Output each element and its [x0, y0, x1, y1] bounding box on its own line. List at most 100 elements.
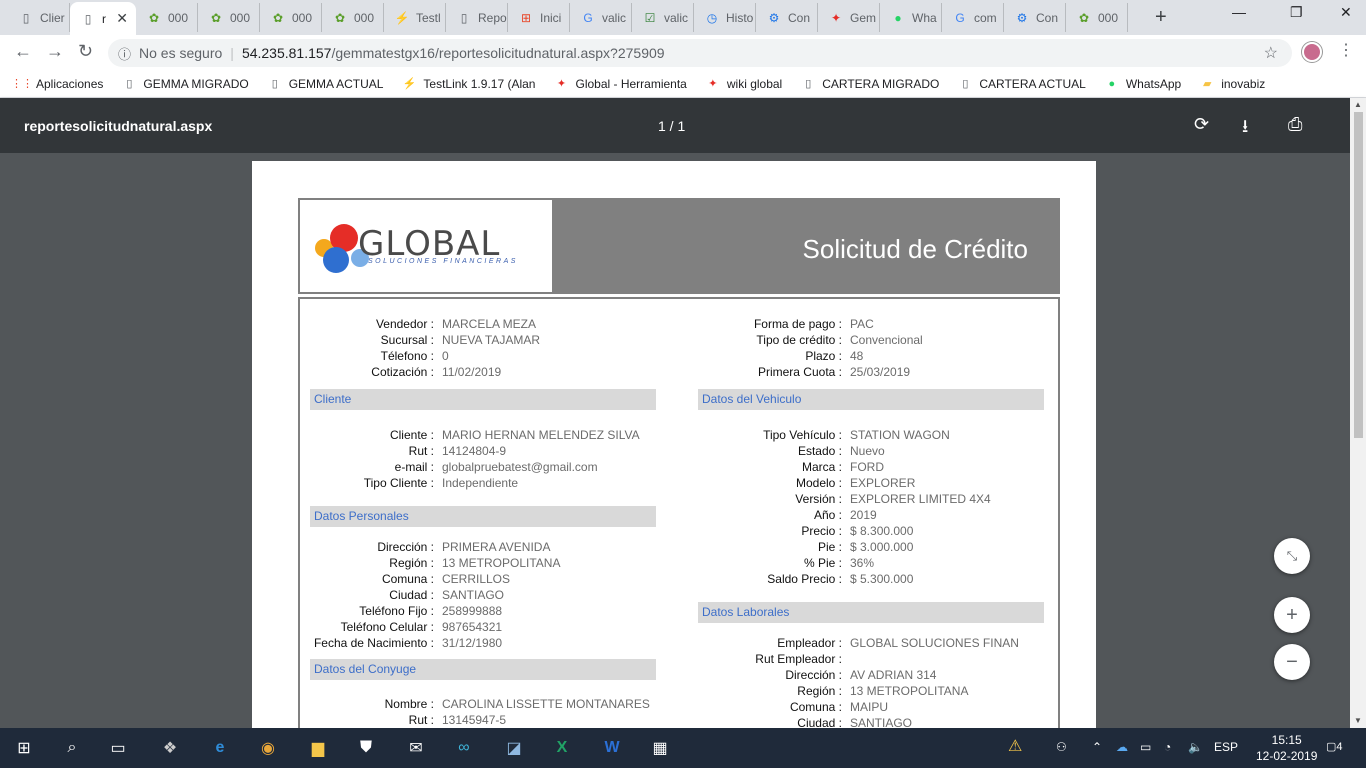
field-value: MAIPU — [850, 700, 889, 714]
bookmark-item[interactable]: ⚡ TestLink 1.9.17 (Alan — [401, 76, 536, 92]
field-value: SANTIAGO — [850, 716, 913, 728]
browser-tab[interactable]: ✿ 000 — [198, 3, 260, 32]
browser-tab[interactable]: ▯ Clier — [8, 3, 70, 32]
browser-tab[interactable]: ✿ 000 — [260, 3, 322, 32]
browser-tab[interactable]: ⊞ Inici — [508, 3, 570, 32]
people-icon[interactable]: ⚇ — [1056, 740, 1067, 754]
wifi-icon[interactable]: ◔ — [1164, 740, 1171, 754]
bookmark-label: GEMMA ACTUAL — [288, 76, 384, 91]
menu-icon[interactable]: ⋮ — [1338, 40, 1354, 60]
fit-page-button[interactable]: ⤡ — [1274, 538, 1310, 574]
viewer-scrollbar[interactable]: ▲ ▼ — [1350, 98, 1366, 728]
scrollbar-thumb[interactable] — [1354, 112, 1363, 438]
clock-time: 15:15 — [1271, 733, 1302, 747]
field-value: Convencional — [850, 333, 923, 347]
zoom-out-button[interactable]: − — [1274, 644, 1310, 680]
close-window-icon[interactable]: ✕ — [1340, 4, 1352, 21]
field-value: STATION WAGON — [850, 428, 950, 442]
bookmark-item[interactable]: ● WhatsApp — [1104, 76, 1182, 92]
browser-tab[interactable]: ✿ 000 — [322, 3, 384, 32]
update-warning-icon[interactable]: ⚠ — [1008, 736, 1022, 756]
download-icon[interactable]: ⭳ — [1242, 114, 1248, 144]
browser-tab[interactable]: ● Wha — [880, 3, 942, 32]
browser-tab[interactable]: ▯ r ✕ — [70, 2, 136, 35]
browser-tab[interactable]: ⚙ Con — [756, 3, 818, 32]
field-value: AV ADRIAN 314 — [850, 668, 937, 682]
global-icon: ✦ — [830, 10, 842, 25]
edge-icon[interactable]: e — [208, 736, 232, 760]
bookmark-label: TestLink 1.9.17 (Alan — [423, 76, 536, 91]
browser-tab[interactable]: ✦ Gem — [818, 3, 880, 32]
language-indicator[interactable]: ESP — [1214, 740, 1238, 754]
profile-avatar[interactable] — [1302, 42, 1322, 62]
store-icon[interactable]: ⛊ — [354, 736, 378, 760]
task-view-icon[interactable]: ▭ — [106, 736, 130, 760]
bookmark-item[interactable]: ✦ wiki global — [705, 76, 782, 92]
zoom-in-button[interactable]: + — [1274, 597, 1310, 633]
document-title: Solicitud de Crédito — [802, 234, 1028, 264]
bookmark-item[interactable]: ▯ CARTERA ACTUAL — [957, 76, 1086, 92]
minimize-icon[interactable]: — — [1232, 4, 1246, 20]
bookmark-item[interactable]: ⋮⋮ Aplicaciones — [11, 76, 103, 92]
clock[interactable]: 15:15 12-02-2019 — [1256, 732, 1317, 764]
page-indicator[interactable]: 1 / 1 — [658, 118, 685, 134]
browser-tab[interactable]: ⚙ Con — [1004, 3, 1066, 32]
tab-label: r — [102, 11, 106, 26]
onedrive-icon[interactable]: ☁ — [1116, 740, 1128, 754]
excel-icon[interactable]: X — [550, 736, 574, 760]
browser-tab[interactable]: ✿ 000 — [136, 3, 198, 32]
field-value: $ 8.300.000 — [850, 524, 914, 538]
volume-icon[interactable]: 🔈 — [1188, 740, 1203, 754]
clock-date: 12-02-2019 — [1256, 749, 1318, 763]
field-label: Plazo : — [805, 349, 842, 363]
tab-label: 000 — [292, 10, 313, 25]
forward-icon[interactable]: → — [46, 41, 64, 62]
chrome-icon[interactable]: ◉ — [256, 736, 280, 760]
field-label: Teléfono Celular : — [340, 620, 434, 634]
mail-icon[interactable]: ✉ — [404, 736, 428, 760]
reload-icon[interactable]: ↻ — [78, 41, 93, 62]
browser-tab[interactable]: Gvalic — [570, 3, 632, 32]
bookmark-item[interactable]: ▯ CARTERA MIGRADO — [800, 76, 939, 92]
browser-tab[interactable]: ⚡ Testl — [384, 3, 446, 32]
bookmark-item[interactable]: ▯ GEMMA MIGRADO — [121, 76, 248, 92]
browser-tab[interactable]: ☑ valic — [632, 3, 694, 32]
address-bar[interactable]: ⓘ No es seguro | 54.235.81.157 /gemmates… — [108, 39, 1292, 67]
tab-label: valic — [602, 10, 627, 25]
windows-start-icon[interactable]: ⊞ — [12, 736, 36, 760]
security-label: No es seguro — [139, 45, 223, 61]
global-icon: ✦ — [556, 78, 567, 90]
arduino-icon[interactable]: ∞ — [452, 736, 476, 760]
field-label: Comuna : — [789, 700, 842, 714]
new-tab-icon[interactable]: + — [1155, 6, 1167, 29]
browser-tab[interactable]: Gcom — [942, 3, 1004, 32]
file-explorer-icon[interactable]: ▆ — [306, 736, 330, 760]
bookmark-label: CARTERA ACTUAL — [979, 76, 1086, 91]
calculator-icon[interactable]: ▦ — [648, 736, 672, 760]
scroll-up-icon[interactable]: ▲ — [1354, 100, 1362, 109]
browser-tab[interactable]: ▯ Repo — [446, 3, 508, 32]
bookmark-star-icon[interactable]: ☆ — [1264, 43, 1278, 63]
dropbox-icon[interactable]: ❖ — [158, 736, 182, 760]
tray-chevron-icon[interactable]: ⌃ — [1092, 740, 1102, 754]
word-icon[interactable]: W — [600, 736, 624, 760]
maximize-icon[interactable]: ❐ — [1290, 4, 1303, 21]
battery-icon[interactable]: ▭ — [1140, 740, 1151, 754]
browser-tab[interactable]: ◷ Histo — [694, 3, 756, 32]
field-value: GLOBAL SOLUCIONES FINAN — [850, 636, 1019, 650]
close-tab-icon[interactable]: ✕ — [116, 10, 128, 27]
bookmark-item[interactable]: ▰ inovabiz — [1199, 76, 1265, 92]
info-icon[interactable]: ⓘ — [118, 44, 131, 63]
browser-tab[interactable]: ✿ 000 — [1066, 3, 1128, 32]
print-icon[interactable]: ⎙ — [1288, 114, 1302, 135]
search-icon[interactable]: ⌕ — [60, 736, 84, 760]
bookmark-item[interactable]: ✦ Global - Herramienta — [553, 76, 687, 92]
rotate-icon[interactable]: ⟳ — [1194, 114, 1209, 135]
back-icon[interactable]: ← — [14, 41, 32, 62]
notes-icon[interactable]: ◪ — [502, 736, 526, 760]
bookmark-item[interactable]: ▯ GEMMA ACTUAL — [267, 76, 384, 92]
gemma-icon: ✿ — [1078, 10, 1090, 25]
notifications-icon[interactable]: ▢4 — [1326, 740, 1343, 753]
tab-label: 000 — [354, 10, 375, 25]
scroll-down-icon[interactable]: ▼ — [1354, 716, 1362, 725]
